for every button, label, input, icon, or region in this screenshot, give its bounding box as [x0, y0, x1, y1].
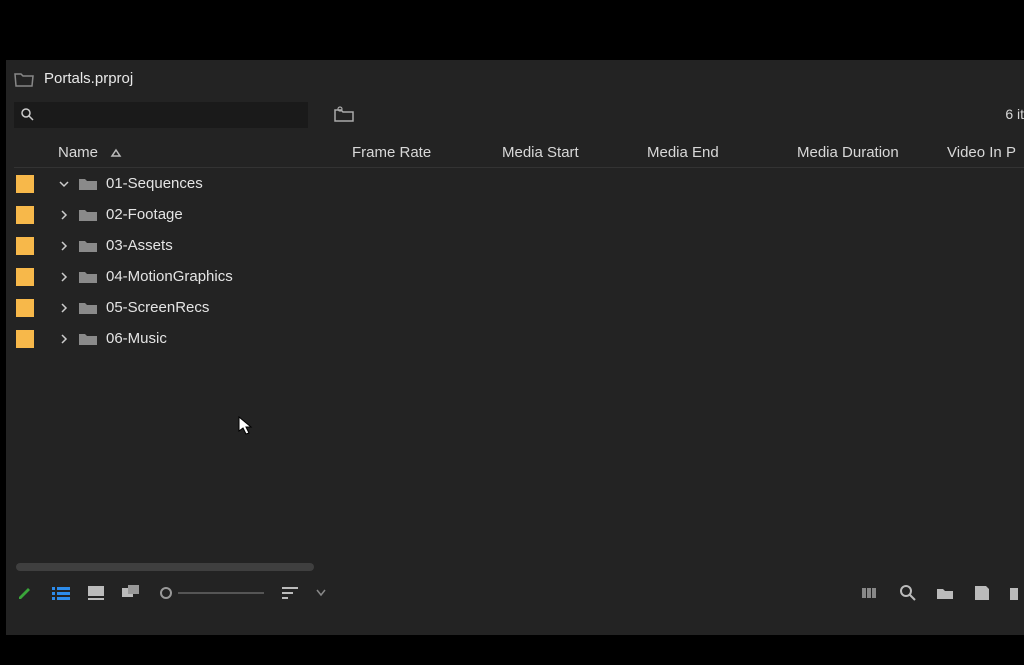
bin-label: 05-ScreenRecs: [106, 299, 209, 316]
find-icon[interactable]: [900, 585, 916, 601]
table-header: Name Frame Rate Media Start Media End Me…: [14, 138, 1024, 168]
bin-row[interactable]: 06-Music: [14, 323, 1024, 354]
pencil-icon[interactable]: [16, 584, 34, 602]
slider-knob-icon[interactable]: [160, 587, 172, 599]
bin-row[interactable]: 03-Assets: [14, 230, 1024, 261]
bin-tree-cell: 04-MotionGraphics: [52, 268, 352, 285]
project-title-row: Portals.prproj: [14, 70, 133, 87]
bin-row[interactable]: 02-Footage: [14, 199, 1024, 230]
bin-label: 01-Sequences: [106, 175, 203, 192]
bin-row[interactable]: 01-Sequences: [14, 168, 1024, 199]
slider-track[interactable]: [178, 592, 264, 594]
sort-icon[interactable]: [282, 586, 298, 600]
header-video-in[interactable]: Video In P: [947, 144, 1024, 161]
label-swatch[interactable]: [14, 175, 52, 193]
bin-row[interactable]: 05-ScreenRecs: [14, 292, 1024, 323]
folder-icon: [78, 207, 98, 223]
header-name-label: Name: [58, 144, 98, 161]
bin-label: 02-Footage: [106, 206, 183, 223]
bin-label: 03-Assets: [106, 237, 173, 254]
bin-tree-cell: 01-Sequences: [52, 175, 352, 192]
horizontal-scrollbar[interactable]: [16, 563, 314, 571]
label-swatch[interactable]: [14, 206, 52, 224]
bin-rows: 01-Sequences 02-Footage 03-Assets 04-Motion…: [14, 168, 1024, 354]
header-media-end[interactable]: Media End: [647, 144, 797, 161]
search-row: 6 it: [14, 102, 1024, 128]
filter-bins-icon[interactable]: [334, 106, 354, 125]
folder-icon: [78, 300, 98, 316]
search-box[interactable]: [14, 102, 308, 128]
item-count: 6 it: [1005, 106, 1024, 122]
folder-icon: [78, 331, 98, 347]
trash-icon[interactable]: [1010, 585, 1018, 601]
header-name[interactable]: Name: [52, 144, 352, 161]
label-swatch[interactable]: [14, 237, 52, 255]
freeform-view-icon[interactable]: [122, 585, 142, 601]
icon-view-icon[interactable]: [88, 586, 104, 600]
search-input[interactable]: [40, 108, 308, 123]
folder-icon: [78, 238, 98, 254]
bin-row[interactable]: 04-MotionGraphics: [14, 261, 1024, 292]
bottom-right-tools: [862, 585, 1018, 601]
list-view-icon[interactable]: [52, 586, 70, 600]
chevron-down-icon[interactable]: [58, 179, 70, 189]
label-swatch[interactable]: [14, 268, 52, 286]
bin-label: 04-MotionGraphics: [106, 268, 233, 285]
thumbnail-size-slider[interactable]: [160, 587, 264, 599]
new-item-icon[interactable]: [974, 585, 990, 601]
automate-sequence-icon[interactable]: [862, 586, 880, 600]
project-title: Portals.prproj: [44, 70, 133, 87]
bin-tree-cell: 06-Music: [52, 330, 352, 347]
search-icon: [20, 107, 34, 124]
label-swatch[interactable]: [14, 299, 52, 317]
new-bin-icon[interactable]: [936, 586, 954, 600]
chevron-right-icon[interactable]: [58, 272, 70, 282]
chevron-right-icon[interactable]: [58, 210, 70, 220]
folder-icon: [78, 269, 98, 285]
bin-label: 06-Music: [106, 330, 167, 347]
label-swatch[interactable]: [14, 330, 52, 348]
bottom-toolbar: [6, 577, 1024, 609]
project-bin-icon: [14, 71, 34, 87]
bin-tree-cell: 03-Assets: [52, 237, 352, 254]
folder-icon: [78, 176, 98, 192]
chevron-right-icon[interactable]: [58, 241, 70, 251]
sort-menu-chevron-icon[interactable]: [316, 589, 326, 597]
header-media-duration[interactable]: Media Duration: [797, 144, 947, 161]
header-media-start[interactable]: Media Start: [502, 144, 647, 161]
bin-tree-cell: 05-ScreenRecs: [52, 299, 352, 316]
header-frame-rate[interactable]: Frame Rate: [352, 144, 502, 161]
chevron-right-icon[interactable]: [58, 334, 70, 344]
chevron-right-icon[interactable]: [58, 303, 70, 313]
bin-tree-cell: 02-Footage: [52, 206, 352, 223]
project-panel: Portals.prproj 6 it Name Frame Rate Medi…: [6, 60, 1024, 635]
sort-asc-icon: [110, 148, 122, 158]
